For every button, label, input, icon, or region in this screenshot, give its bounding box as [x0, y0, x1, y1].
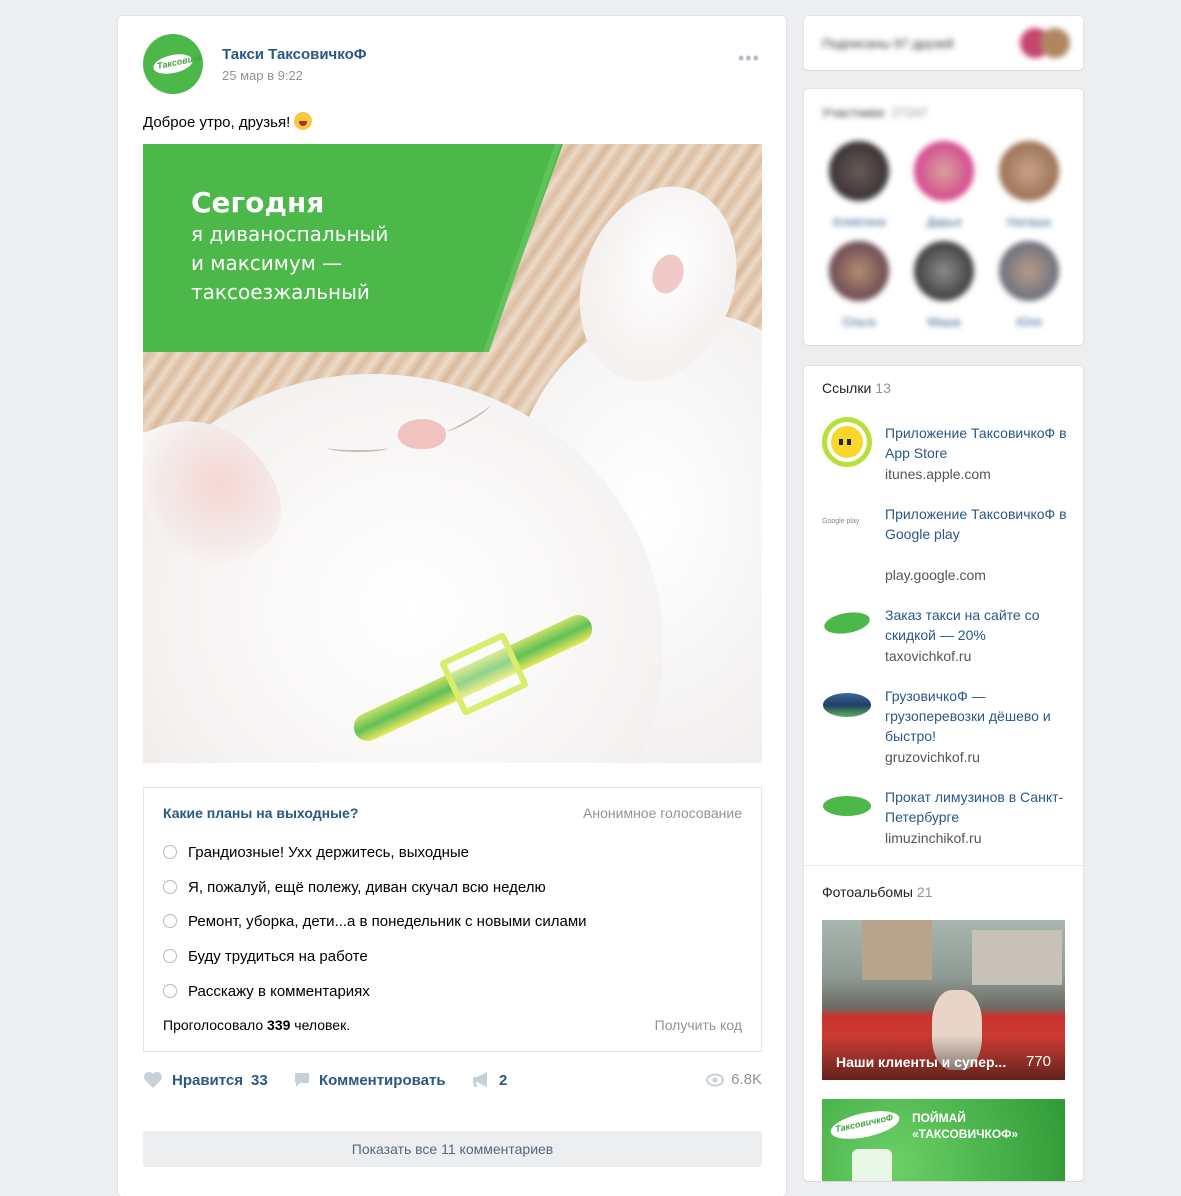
link-title[interactable]: Заказ такси на сайте со скидкой — 20%: [885, 605, 1070, 645]
friend-avatar: [1040, 28, 1070, 58]
post-date[interactable]: 25 мар в 9:22: [222, 68, 303, 83]
post-actions: Нравится 33 Комментировать 2 6.8K: [143, 1071, 762, 1093]
post-text: Доброе утро, друзья!: [143, 112, 313, 131]
radio-icon[interactable]: [163, 949, 177, 963]
link-domain: play.google.com: [885, 567, 986, 583]
post-card: ТаксовичкоФ Такси ТаксовичкоФ 25 мар в 9…: [118, 16, 786, 1196]
google-play-icon[interactable]: Google play: [822, 498, 872, 548]
divider: [804, 865, 1083, 866]
megaphone-icon: [473, 1072, 487, 1087]
post-menu-dots-icon[interactable]: •••: [738, 48, 760, 69]
link-title[interactable]: Приложение ТаксовичкоФ в Google play: [885, 504, 1070, 544]
link-domain: taxovichkof.ru: [885, 648, 972, 664]
members-title[interactable]: Участники 27247: [822, 105, 928, 120]
taxovichkof-logo-icon[interactable]: [822, 599, 872, 649]
avatar: [829, 241, 889, 301]
banner-line-1: я диваноспальный: [191, 222, 389, 246]
poll-question: Какие планы на выходные?: [163, 805, 359, 821]
taxovichkof-logo: ТаксовичкоФ: [151, 49, 203, 77]
album-caption: Наши клиенты и супер...: [836, 1054, 1007, 1070]
poll-option[interactable]: Буду трудиться на работе: [163, 946, 368, 966]
poll-option[interactable]: Я, пожалуй, ещё полежу, диван скучал всю…: [163, 877, 546, 897]
avatar: [999, 141, 1059, 201]
member-item[interactable]: Дарья: [913, 141, 975, 229]
friends-block[interactable]: Подписаны 97 друзей: [804, 16, 1083, 70]
member-item[interactable]: Маша: [913, 241, 975, 329]
views-counter: 6.8K: [706, 1071, 762, 1088]
poll-option[interactable]: Расскажу в комментариях: [163, 981, 370, 1001]
avatar: [829, 141, 889, 201]
cat-eye-left: [328, 444, 388, 452]
link-domain: limuzinchikof.ru: [885, 830, 982, 846]
show-all-comments-button[interactable]: Показать все 11 комментариев: [143, 1131, 762, 1167]
avatar: [999, 241, 1059, 301]
poll-voted-count: Проголосовало 339 человек.: [163, 1017, 351, 1033]
banner-title: Сегодня: [191, 186, 325, 219]
link-domain: itunes.apple.com: [885, 466, 991, 482]
group-avatar[interactable]: ТаксовичкоФ: [143, 34, 203, 94]
poll-option[interactable]: Грандиозные! Ухх держитесь, выходные: [163, 842, 469, 862]
like-button[interactable]: Нравится 33: [143, 1071, 268, 1089]
get-code-link[interactable]: Получить код: [655, 1017, 742, 1033]
gruzovichkof-logo-icon[interactable]: [822, 680, 872, 730]
friends-subscribed-text: Подписаны 97 друзей: [822, 36, 954, 51]
member-item[interactable]: Наташа: [998, 141, 1060, 229]
members-block: Участники 27247 Алевтина Дарья Наташа Ол…: [804, 89, 1083, 345]
album-thumb[interactable]: ТаксовичкоФ ПОЙМАЙ «ТАКСОВИЧКОФ»: [822, 1099, 1065, 1181]
radio-icon[interactable]: [163, 845, 177, 859]
banner-line-2: и максимум —: [191, 251, 343, 275]
poll-type: Анонимное голосование: [583, 805, 742, 821]
heart-icon: [144, 1072, 162, 1088]
taxi-app-icon[interactable]: [822, 417, 872, 467]
banner-line-3: таксоезжальный: [191, 280, 370, 304]
smiley-emoji-icon: [294, 112, 313, 130]
album-thumb[interactable]: Наши клиенты и супер... 770: [822, 920, 1065, 1080]
comment-icon: [295, 1073, 309, 1087]
member-item[interactable]: Алевтина: [828, 141, 890, 229]
link-title[interactable]: Приложение ТаксовичкоФ в App Store: [885, 423, 1070, 463]
link-title[interactable]: ГрузовичкоФ — грузоперевозки дёшево и бы…: [885, 686, 1070, 746]
album-count: 770: [1025, 1053, 1051, 1070]
taxovichkof-logo: ТаксовичкоФ: [828, 1105, 902, 1145]
member-item[interactable]: Юля: [998, 241, 1060, 329]
post-photo[interactable]: Сегодня я диваноспальный и максимум — та…: [143, 144, 762, 763]
radio-icon[interactable]: [163, 880, 177, 894]
link-title[interactable]: Прокат лимузинов в Санкт-Петербурге: [885, 787, 1070, 827]
member-item[interactable]: Ольга: [828, 241, 890, 329]
poll-option[interactable]: Ремонт, уборка, дети...а в понедельник с…: [163, 911, 587, 931]
limuzinchikof-logo-icon[interactable]: [822, 781, 872, 831]
links-block: Ссылки 13 Приложение ТаксовичкоФ в App St…: [804, 366, 1083, 1181]
comment-button[interactable]: Комментировать: [293, 1071, 446, 1089]
cat-nose: [398, 419, 446, 449]
avatar: [914, 141, 974, 201]
post-author[interactable]: Такси ТаксовичкоФ: [222, 46, 367, 63]
albums-title[interactable]: Фотоальбомы 21: [822, 884, 932, 900]
radio-icon[interactable]: [163, 914, 177, 928]
share-button[interactable]: 2: [471, 1071, 507, 1089]
links-title[interactable]: Ссылки 13: [822, 380, 891, 396]
radio-icon[interactable]: [163, 984, 177, 998]
link-domain: gruzovichkof.ru: [885, 749, 980, 765]
eye-icon: [706, 1073, 725, 1086]
avatar: [914, 241, 974, 301]
poll: Какие планы на выходные? Анонимное голос…: [143, 787, 762, 1052]
